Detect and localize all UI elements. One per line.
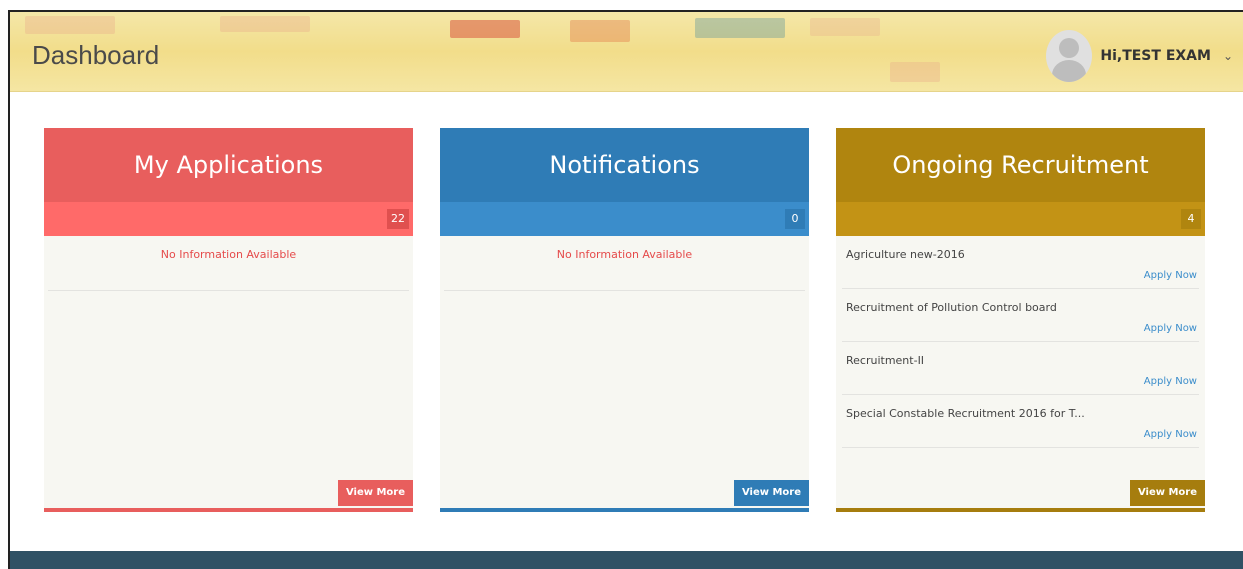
my-applications-card: My Applications 22 No Information Availa… <box>44 128 413 512</box>
card-body: Agriculture new-2016 Apply Now Recruitme… <box>836 236 1205 506</box>
banner-decoration <box>25 16 115 34</box>
card-title: My Applications <box>44 128 413 202</box>
apply-now-link[interactable]: Apply Now <box>1144 429 1197 440</box>
view-more-button[interactable]: View More <box>1129 480 1205 506</box>
recruitment-name: Special Constable Recruitment 2016 for T… <box>846 407 1085 420</box>
list-item: Special Constable Recruitment 2016 for T… <box>842 395 1199 448</box>
chevron-down-icon[interactable]: ⌄ <box>1223 49 1233 63</box>
empty-message: No Information Available <box>444 236 805 291</box>
card-title: Ongoing Recruitment <box>836 128 1205 202</box>
card-bottom-border <box>440 508 809 512</box>
banner-decoration <box>220 16 310 32</box>
count-badge: 0 <box>785 209 805 229</box>
view-more-button[interactable]: View More <box>337 480 413 506</box>
apply-now-link[interactable]: Apply Now <box>1144 376 1197 387</box>
banner-decoration <box>450 20 520 38</box>
ongoing-recruitment-card: Ongoing Recruitment 4 Agriculture new-20… <box>836 128 1205 512</box>
count-badge: 4 <box>1181 209 1201 229</box>
page-title: Dashboard <box>32 40 160 70</box>
count-bar: 4 <box>836 202 1205 236</box>
list-item: Recruitment of Pollution Control board A… <box>842 289 1199 342</box>
banner-decoration <box>570 20 630 42</box>
banner-decoration <box>810 18 880 36</box>
user-menu[interactable]: Hi,TEST EXAM ⌄ <box>1046 30 1233 82</box>
card-bottom-border <box>836 508 1205 512</box>
user-greeting[interactable]: Hi,TEST EXAM <box>1100 48 1211 64</box>
banner-decoration <box>890 62 940 82</box>
card-body: No Information Available View More <box>44 236 413 506</box>
recruitment-name: Agriculture new-2016 <box>846 248 965 261</box>
list-item: Agriculture new-2016 Apply Now <box>842 236 1199 289</box>
view-more-button[interactable]: View More <box>733 480 809 506</box>
recruitment-list: Agriculture new-2016 Apply Now Recruitme… <box>836 236 1205 448</box>
user-avatar-icon[interactable] <box>1046 30 1093 82</box>
card-title: Notifications <box>440 128 809 202</box>
count-badge: 22 <box>387 209 409 229</box>
card-bottom-border <box>44 508 413 512</box>
card-body: No Information Available View More <box>440 236 809 506</box>
apply-now-link[interactable]: Apply Now <box>1144 270 1197 281</box>
header-banner: Dashboard Hi,TEST EXAM ⌄ <box>10 12 1243 92</box>
empty-message: No Information Available <box>48 236 409 291</box>
list-item: Recruitment-II Apply Now <box>842 342 1199 395</box>
count-bar: 0 <box>440 202 809 236</box>
footer-bar <box>10 551 1243 569</box>
banner-decoration <box>695 18 785 38</box>
recruitment-name: Recruitment of Pollution Control board <box>846 301 1057 314</box>
count-bar: 22 <box>44 202 413 236</box>
apply-now-link[interactable]: Apply Now <box>1144 323 1197 334</box>
notifications-card: Notifications 0 No Information Available… <box>440 128 809 512</box>
recruitment-name: Recruitment-II <box>846 354 925 367</box>
